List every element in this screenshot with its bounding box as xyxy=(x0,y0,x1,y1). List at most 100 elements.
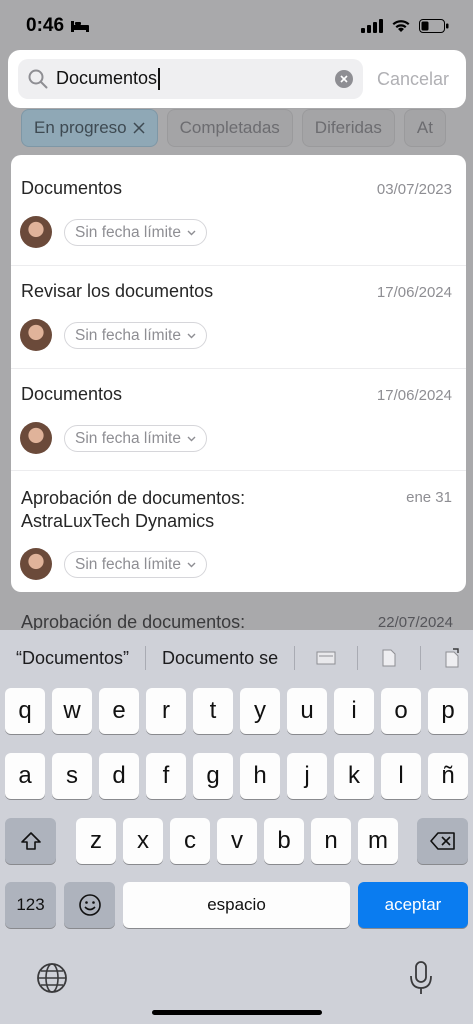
key-v[interactable]: v xyxy=(217,818,257,864)
avatar xyxy=(20,548,52,580)
keyboard-suggestions: “Documentos” Documento se xyxy=(0,630,473,686)
shift-icon xyxy=(20,832,41,850)
background-item-date: 22/07/2024 xyxy=(377,614,453,631)
search-results: Documentos 03/07/2023 Sin fecha límite R… xyxy=(11,155,466,592)
space-key[interactable]: espacio xyxy=(123,882,350,928)
result-date: 17/06/2024 xyxy=(376,284,452,301)
keyboard: “Documentos” Documento se q w e r t y u … xyxy=(0,630,473,1024)
suggestion-divider xyxy=(145,646,147,670)
filter-chips: En progreso Completadas Diferidas At xyxy=(21,109,446,147)
filter-chip-more[interactable]: At xyxy=(403,109,446,147)
status-bar: 0:46 xyxy=(0,0,473,52)
suggestion-divider xyxy=(357,646,359,670)
chevron-down-icon xyxy=(187,230,196,235)
key-k[interactable]: k xyxy=(334,753,374,799)
result-date: 17/06/2024 xyxy=(376,387,452,404)
emoji-key[interactable] xyxy=(64,882,115,928)
home-indicator xyxy=(152,1010,322,1015)
filter-chip-in-progress[interactable]: En progreso xyxy=(21,109,158,147)
result-date: 03/07/2023 xyxy=(376,181,452,198)
key-c[interactable]: c xyxy=(170,818,210,864)
background-list-item: Aprobación de documentos: 22/07/2024 xyxy=(0,600,473,632)
document-share-icon[interactable] xyxy=(437,646,467,670)
shift-key[interactable] xyxy=(5,818,56,864)
key-g[interactable]: g xyxy=(193,753,233,799)
search-input[interactable]: Documentos xyxy=(56,67,161,91)
chevron-down-icon xyxy=(187,562,196,567)
key-l[interactable]: l xyxy=(381,753,421,799)
result-item[interactable]: Documentos 17/06/2024 Sin fecha límite xyxy=(11,369,466,471)
numbers-key[interactable]: 123 xyxy=(5,882,56,928)
deadline-label: Sin fecha límite xyxy=(75,429,181,447)
status-time: 0:46 xyxy=(26,15,90,37)
key-t[interactable]: t xyxy=(193,688,233,734)
close-icon xyxy=(340,75,348,83)
suggestion-divider xyxy=(420,646,422,670)
key-e[interactable]: e xyxy=(99,688,139,734)
key-j[interactable]: j xyxy=(287,753,327,799)
search-input-text: Documentos xyxy=(56,67,158,88)
filter-chip-completed[interactable]: Completadas xyxy=(166,109,293,147)
globe-icon[interactable] xyxy=(36,962,68,994)
status-icons xyxy=(361,19,449,33)
key-enye[interactable]: ñ xyxy=(428,753,468,799)
filter-chip-label: En progreso xyxy=(34,118,127,137)
key-q[interactable]: q xyxy=(5,688,45,734)
document-scan-icon[interactable] xyxy=(311,646,341,670)
avatar xyxy=(20,319,52,351)
remove-filter-icon[interactable] xyxy=(133,122,145,134)
return-key[interactable]: aceptar xyxy=(358,882,468,928)
key-z[interactable]: z xyxy=(76,818,116,864)
result-title: Documentos xyxy=(21,384,123,404)
deadline-selector[interactable]: Sin fecha límite xyxy=(64,551,207,578)
result-title: Aprobación de documentos: AstraLuxTech D… xyxy=(21,488,246,531)
suggestion-item[interactable]: Documento se xyxy=(162,648,278,669)
text-cursor xyxy=(158,68,161,91)
key-b[interactable]: b xyxy=(264,818,304,864)
filter-chip-label: At xyxy=(416,118,433,137)
key-m[interactable]: m xyxy=(358,818,398,864)
result-title: Documentos xyxy=(21,178,123,198)
result-item[interactable]: Revisar los documentos 17/06/2024 Sin fe… xyxy=(11,266,466,369)
key-f[interactable]: f xyxy=(146,753,186,799)
result-date: ene 31 xyxy=(406,489,452,506)
bed-icon xyxy=(71,21,90,32)
key-i[interactable]: i xyxy=(334,688,374,734)
avatar xyxy=(20,422,52,454)
microphone-icon[interactable] xyxy=(408,960,434,996)
chevron-down-icon xyxy=(187,436,196,441)
key-o[interactable]: o xyxy=(381,688,421,734)
avatar xyxy=(20,216,52,248)
key-h[interactable]: h xyxy=(240,753,280,799)
result-title: Revisar los documentos xyxy=(21,281,214,301)
key-r[interactable]: r xyxy=(146,688,186,734)
chevron-down-icon xyxy=(187,333,196,338)
document-icon[interactable] xyxy=(374,646,404,670)
key-u[interactable]: u xyxy=(287,688,327,734)
backspace-icon xyxy=(429,832,455,850)
key-d[interactable]: d xyxy=(99,753,139,799)
suggestion-item[interactable]: “Documentos” xyxy=(16,648,129,669)
clear-search-button[interactable] xyxy=(335,70,353,88)
search-field[interactable]: Documentos xyxy=(18,59,363,99)
filter-chip-label: Diferidas xyxy=(314,118,382,137)
delete-key[interactable] xyxy=(417,818,468,864)
deadline-selector[interactable]: Sin fecha límite xyxy=(64,322,207,349)
search-icon xyxy=(28,69,48,89)
key-a[interactable]: a xyxy=(5,753,45,799)
result-item[interactable]: Documentos 03/07/2023 Sin fecha límite xyxy=(11,155,466,266)
key-n[interactable]: n xyxy=(311,818,351,864)
suggestion-divider xyxy=(294,646,296,670)
key-s[interactable]: s xyxy=(52,753,92,799)
deadline-selector[interactable]: Sin fecha límite xyxy=(64,425,207,452)
key-y[interactable]: y xyxy=(240,688,280,734)
deadline-selector[interactable]: Sin fecha límite xyxy=(64,219,207,246)
key-p[interactable]: p xyxy=(428,688,468,734)
key-w[interactable]: w xyxy=(52,688,92,734)
search-panel: Documentos Cancelar xyxy=(8,50,466,108)
cancel-button[interactable]: Cancelar xyxy=(377,69,449,90)
filter-chip-deferred[interactable]: Diferidas xyxy=(301,109,395,147)
emoji-icon xyxy=(78,894,101,916)
result-item[interactable]: Aprobación de documentos: AstraLuxTech D… xyxy=(11,471,466,592)
key-x[interactable]: x xyxy=(123,818,163,864)
